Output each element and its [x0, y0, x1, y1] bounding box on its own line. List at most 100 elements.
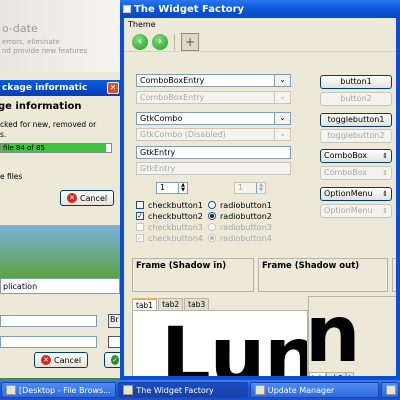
- notebook-big-text: Lun: [161, 312, 308, 376]
- optionmenu[interactable]: OptionMenu ⇕: [320, 187, 392, 201]
- radio-circle: [208, 234, 216, 242]
- window-title: The Widget Factory: [134, 4, 245, 15]
- package-information-dialog: ckage informatic ✕ ge information cked f…: [0, 80, 122, 215]
- close-icon[interactable]: ✕: [107, 82, 119, 94]
- radiobutton4: radiobutton4: [208, 233, 272, 243]
- combobox-disabled: ComboBox ⇕: [320, 166, 392, 180]
- update-title: o-date: [2, 22, 38, 35]
- gtkentry-disabled: GtkEntry: [136, 162, 291, 175]
- application-dialog: plication Br ✕ Cancel ✓: [0, 278, 126, 378]
- checkbutton4: ✓ checkbutton4: [136, 233, 203, 243]
- dialog-title: ckage informatic: [2, 83, 88, 93]
- dialog-heading: ge information: [0, 101, 82, 112]
- bottom-tab-1[interactable]: tab: [309, 372, 327, 376]
- text-input-2[interactable]: [0, 336, 97, 348]
- updown-icon: ⇕: [382, 152, 388, 160]
- frame-shadow-in: Frame (Shadow in): [132, 258, 254, 292]
- radio-circle: [208, 223, 216, 231]
- text-input[interactable]: [0, 315, 97, 327]
- chevron-down-icon: ⌄: [274, 129, 290, 140]
- menu-theme[interactable]: Theme: [128, 20, 156, 29]
- togglebutton2: togglebutton2: [320, 129, 392, 143]
- taskbar-item-file-browser[interactable]: [Desktop - File Brows...: [1, 382, 117, 398]
- notebook-bottom-tabs: n tab ab2 t: [308, 296, 396, 376]
- checkbutton3: checkbutton3: [136, 222, 203, 232]
- spin-arrows-icon: ▲ ▼: [256, 183, 265, 193]
- updown-icon: ⇕: [382, 169, 388, 177]
- cancel-icon: ✕: [41, 355, 51, 365]
- button1[interactable]: button1: [320, 75, 392, 89]
- checkbox-box[interactable]: [136, 201, 144, 209]
- folder-icon: [6, 385, 16, 395]
- back-arrow-icon[interactable]: ‹: [132, 33, 148, 50]
- frame-partial: F: [392, 258, 396, 292]
- cancel-label: Cancel: [80, 193, 108, 203]
- cancel-icon: ✕: [67, 193, 77, 203]
- cancel-label: Cancel: [54, 355, 82, 365]
- dialog-message: cked for new, removed or s.: [0, 120, 97, 139]
- widget-factory-window: The Widget Factory Theme ‹ › + ComboBoxE…: [120, 0, 400, 380]
- notebook-page: Lun: [132, 310, 308, 376]
- taskbar-item-widget-factory[interactable]: The Widget Factory: [118, 382, 248, 398]
- frame-shadow-out: Frame (Shadow out): [258, 258, 388, 292]
- comboboxentry[interactable]: ComboBoxEntry ⌄: [136, 74, 291, 87]
- window-body: Theme ‹ › + ComboBoxEntry ⌄ ComboBoxEntr…: [124, 18, 396, 376]
- window-titlebar[interactable]: The Widget Factory: [120, 0, 400, 18]
- bottom-tab-3[interactable]: t: [345, 372, 355, 376]
- updown-icon: ⇕: [382, 190, 388, 198]
- add-icon[interactable]: +: [181, 32, 199, 51]
- notebook2-big-text: n: [308, 296, 361, 376]
- taskbar-item-extra[interactable]: [381, 382, 400, 398]
- progress-text: file 84 of 85: [3, 144, 45, 152]
- notebook: tab1 tab2 tab3 Lun: [132, 298, 308, 376]
- toolbar-separator: [174, 33, 175, 50]
- checkbox-box[interactable]: ✓: [136, 212, 144, 220]
- spin-arrows-icon[interactable]: ▲ ▼: [178, 183, 187, 193]
- updown-icon: ⇕: [382, 207, 388, 215]
- radio-circle[interactable]: [208, 212, 216, 220]
- chevron-down-icon[interactable]: ⌄: [274, 75, 290, 86]
- application-field[interactable]: plication: [0, 278, 120, 294]
- spinbutton-disabled: 1 ▲ ▼: [234, 182, 266, 194]
- app-icon: [123, 5, 131, 13]
- radiobutton3: radiobutton3: [208, 222, 272, 232]
- dialog-titlebar[interactable]: ckage informatic ✕: [0, 80, 121, 96]
- progress-bar: file 84 of 85: [0, 143, 112, 153]
- checkbox-box: ✓: [136, 234, 144, 242]
- toolbar: ‹ › +: [124, 32, 396, 52]
- taskbar: [Desktop - File Brows... The Widget Fact…: [0, 380, 400, 400]
- gtkcombo-disabled: GtkCombo (Disabled) ⌄: [136, 128, 291, 141]
- button2: button2: [320, 92, 392, 106]
- checkbutton2[interactable]: ✓ checkbutton2: [136, 211, 203, 221]
- bottom-tab-2[interactable]: ab2: [326, 372, 346, 376]
- update-header: o-date errors, eliminate nd provide new …: [0, 0, 122, 72]
- update-description: errors, eliminate nd provide new feature…: [2, 38, 88, 55]
- checkbutton1[interactable]: checkbutton1: [136, 200, 203, 210]
- menubar: Theme: [124, 18, 396, 32]
- chevron-down-icon[interactable]: ⌄: [274, 113, 290, 124]
- app-cancel-button[interactable]: ✕ Cancel: [34, 352, 89, 368]
- gtkentry[interactable]: GtkEntry: [136, 146, 291, 159]
- cancel-button[interactable]: ✕ Cancel: [60, 190, 115, 206]
- radiobutton2[interactable]: radiobutton2: [208, 211, 272, 221]
- tab-2[interactable]: tab2: [158, 298, 184, 310]
- tab-3[interactable]: tab3: [184, 298, 210, 310]
- notebook-tabs: tab1 tab2 tab3: [132, 298, 308, 310]
- files-label: e files: [0, 172, 23, 181]
- checkbox-box: [136, 223, 144, 231]
- radio-circle[interactable]: [208, 201, 216, 209]
- chevron-down-icon: ⌄: [274, 92, 290, 103]
- tab-1[interactable]: tab1: [132, 298, 158, 310]
- optionmenu-disabled: OptionMenu ⇕: [320, 204, 392, 218]
- togglebutton1[interactable]: togglebutton1: [320, 113, 392, 127]
- combobox[interactable]: ComboBox ⇕: [320, 149, 392, 163]
- spinbutton[interactable]: 1 ▲ ▼: [156, 182, 188, 194]
- forward-arrow-icon[interactable]: ›: [152, 33, 168, 50]
- window-icon: [123, 385, 134, 395]
- gtkcombo[interactable]: GtkCombo ⌄: [136, 112, 291, 125]
- bottom-tabs: tab ab2 t: [309, 372, 355, 376]
- taskbar-item-update-manager[interactable]: Update Manager: [249, 382, 380, 398]
- update-icon: [254, 385, 265, 395]
- window-icon: [386, 385, 397, 395]
- radiobutton1[interactable]: radiobutton1: [208, 200, 272, 210]
